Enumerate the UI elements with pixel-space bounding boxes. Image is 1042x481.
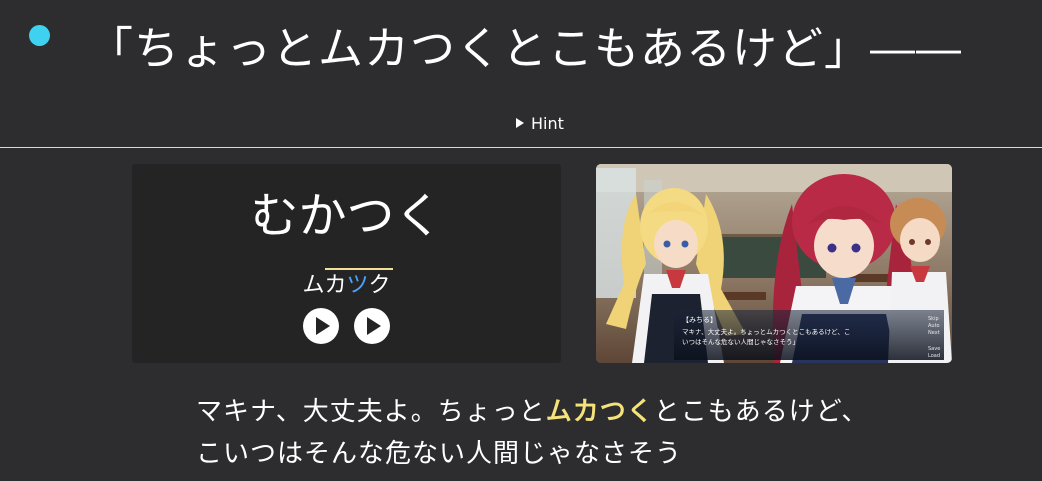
game-dialogue-line-2: いつはそんな危ない人間じゃなさそう」 <box>682 337 799 346</box>
play-sentence-audio-button[interactable] <box>354 308 390 344</box>
context-line-2: こいつはそんな危ない人間じゃなさそう <box>196 439 683 469</box>
game-screenshot: 【みちる】 マキナ、大丈夫よ。ちょっとムカつくとこもあるけど、こ いつはそんな危… <box>596 164 952 363</box>
game-menu-next: Next <box>928 330 940 336</box>
kana-accent: ツ <box>346 273 369 298</box>
play-audio-button[interactable] <box>303 308 339 344</box>
game-dialogue-line-1: マキナ、大丈夫よ。ちょっとムカつくとこもあるけど、こ <box>682 327 850 336</box>
hint-label: Hint <box>531 113 564 133</box>
context-highlight: ムカつく <box>545 397 654 427</box>
kana-reading: ムカツク <box>132 270 561 302</box>
kana-part-2: ク <box>368 273 391 298</box>
divider <box>0 147 1042 148</box>
game-menu-load: Load <box>928 353 940 359</box>
play-triangle-icon <box>516 118 524 128</box>
context-after: とこもあるけど、 <box>653 397 869 427</box>
kana-part-1: ムカ <box>302 273 347 298</box>
game-menu-auto: Auto <box>928 323 940 329</box>
context-before: マキナ、大丈夫よ。ちょっと <box>196 397 546 427</box>
context-line-1: マキナ、大丈夫よ。ちょっとムカつくとこもあるけど、 <box>196 391 956 433</box>
game-menu-save: Save <box>928 346 940 352</box>
game-screenshot-image: 【みちる】 マキナ、大丈夫よ。ちょっとムカつくとこもあるけど、こ いつはそんな危… <box>596 164 952 363</box>
status-indicator-dot <box>29 25 50 46</box>
hint-toggle[interactable]: Hint <box>516 112 564 134</box>
sentence-title: 「ちょっとムカつくとこもあるけど」―― <box>88 22 963 75</box>
word-reading: むかつく <box>250 188 443 244</box>
game-dialogue-name: 【みちる】 <box>682 316 717 324</box>
word-card: むかつく ムカツク <box>132 164 561 363</box>
play-icon <box>316 317 330 335</box>
game-menu-skip: Skip <box>928 316 939 322</box>
context-sentence: マキナ、大丈夫よ。ちょっとムカつくとこもあるけど、 こいつはそんな危ない人間じゃ… <box>196 391 956 475</box>
play-icon <box>367 317 381 335</box>
